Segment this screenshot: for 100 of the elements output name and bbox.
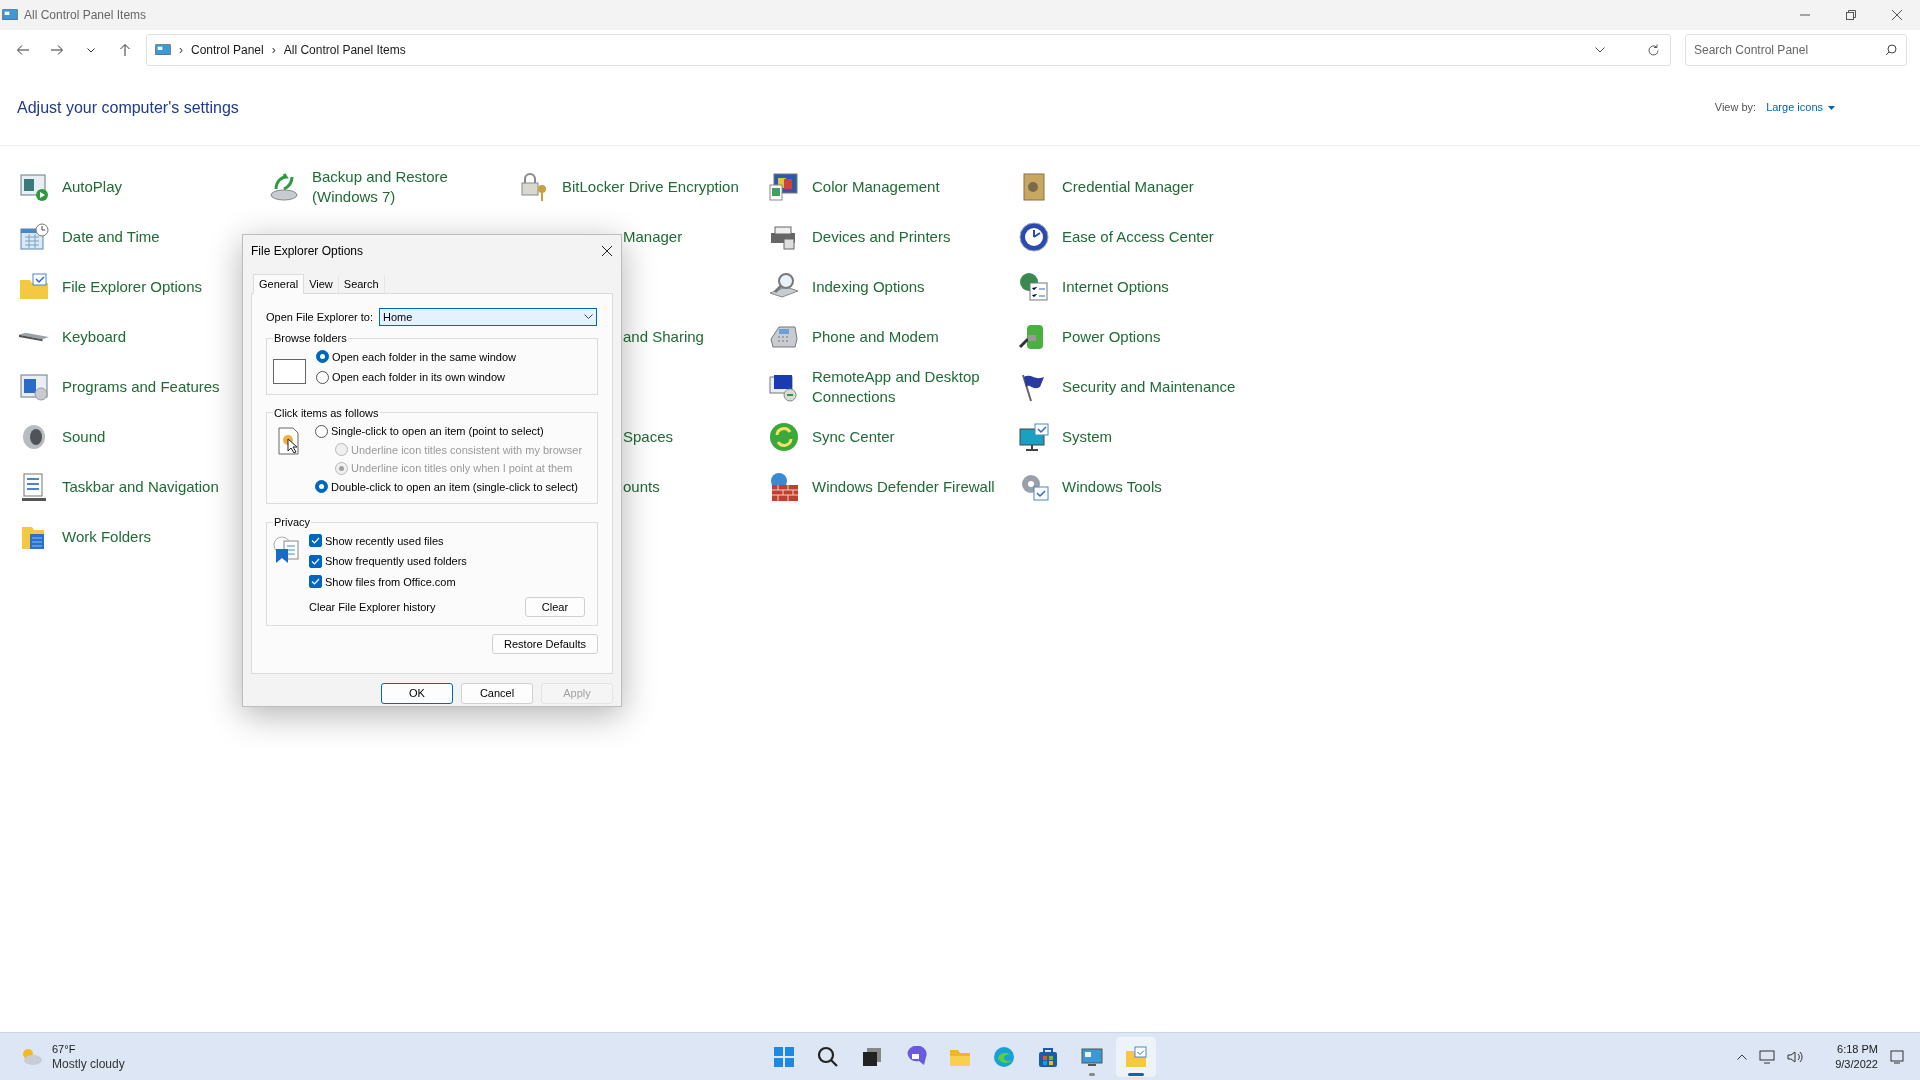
control-panel-link[interactable]: BitLocker Drive Encryption bbox=[562, 177, 762, 197]
address-bar[interactable]: › Control Panel › All Control Panel Items bbox=[146, 34, 1671, 66]
monitor-icon[interactable] bbox=[1759, 1049, 1776, 1064]
checkbox[interactable] bbox=[309, 575, 322, 589]
document-picture-icon bbox=[273, 534, 301, 565]
radio-button[interactable] bbox=[316, 370, 329, 384]
sync-icon bbox=[768, 421, 800, 453]
globe-checklist-icon bbox=[1018, 271, 1050, 303]
clock-date: 9/3/2022 bbox=[1835, 1056, 1878, 1072]
notification-icon[interactable] bbox=[1890, 1049, 1904, 1064]
close-icon bbox=[1892, 10, 1902, 20]
clear-button[interactable]: Clear bbox=[525, 597, 585, 617]
search-icon bbox=[817, 1045, 839, 1068]
control-panel-link[interactable]: ounts bbox=[623, 477, 660, 497]
up-icon bbox=[118, 43, 132, 57]
window-disc-icon bbox=[18, 371, 50, 403]
dropdown[interactable]: Home bbox=[379, 308, 597, 326]
control-panel-link[interactable]: Spaces bbox=[623, 427, 674, 447]
control-panel-link[interactable]: Devices and Printers bbox=[812, 227, 1012, 247]
dialog-title: File Explorer Options bbox=[251, 243, 364, 260]
control-panel-link[interactable]: AutoPlay bbox=[62, 177, 262, 197]
back-icon bbox=[16, 43, 30, 57]
control-panel-link[interactable]: Windows Defender Firewall bbox=[812, 477, 1012, 497]
restore-defaults-button[interactable]: Restore Defaults bbox=[492, 634, 598, 654]
control-panel-link[interactable]: Power Options bbox=[1062, 327, 1262, 347]
radio-label: Single-click to open an item (point to select) bbox=[331, 424, 544, 439]
minimize-icon bbox=[1800, 14, 1810, 16]
keyboard-icon bbox=[19, 332, 49, 342]
clock-time: 6:18 PM bbox=[1837, 1041, 1878, 1057]
weather-temperature: 67°F bbox=[52, 1041, 77, 1057]
chat-icon bbox=[905, 1045, 927, 1068]
radio-label: Open each folder in its own window bbox=[332, 370, 506, 385]
view-by-dropdown[interactable]: Large icons bbox=[1766, 99, 1835, 116]
tab[interactable]: General bbox=[253, 274, 305, 294]
window-play-icon bbox=[18, 171, 50, 203]
dialog-button[interactable]: OK bbox=[381, 683, 453, 704]
control-panel-link[interactable]: Phone and Modem bbox=[812, 327, 1012, 347]
search-field[interactable]: Search Control Panel bbox=[1685, 34, 1907, 66]
control-panel-link[interactable]: Ease of Access Center bbox=[1062, 227, 1262, 247]
caret-icon bbox=[1828, 105, 1835, 110]
checkbox-label: Show files from Office.com bbox=[325, 574, 456, 590]
chevron-down-icon[interactable] bbox=[1595, 47, 1605, 53]
control-panel-link[interactable]: Sync Center bbox=[812, 427, 1012, 447]
control-panel-link[interactable]: Internet Options bbox=[1062, 277, 1262, 297]
breadcrumb[interactable]: Control Panel bbox=[191, 41, 264, 59]
brick-wall-icon bbox=[768, 471, 800, 503]
dial-icon bbox=[1018, 221, 1050, 253]
weather-condition: Mostly cloudy bbox=[52, 1056, 125, 1072]
control-panel-link[interactable]: Manager bbox=[623, 227, 683, 247]
drive-arrows-icon bbox=[268, 171, 300, 203]
dialog-button[interactable]: Cancel bbox=[461, 683, 533, 704]
folder-check-icon bbox=[1125, 1045, 1147, 1068]
control-panel-link[interactable]: Security and Maintenance bbox=[1062, 377, 1262, 397]
control-panel-link[interactable]: Indexing Options bbox=[812, 277, 1012, 297]
speaker-icon[interactable] bbox=[1787, 1049, 1804, 1064]
checkbox[interactable] bbox=[309, 534, 322, 548]
control-panel-link[interactable]: and Sharing bbox=[623, 327, 704, 347]
field-label: Open File Explorer to: bbox=[266, 309, 373, 325]
store-icon bbox=[1037, 1045, 1059, 1068]
chevron-up-icon[interactable] bbox=[1737, 1053, 1748, 1060]
pointer-document-icon bbox=[278, 427, 300, 455]
calendar-clock-icon bbox=[18, 221, 50, 253]
group-title: Browse folders bbox=[273, 331, 348, 346]
group-title: Click items as follows bbox=[273, 405, 380, 421]
control-panel-link[interactable]: Color Management bbox=[812, 177, 1012, 197]
checkbox-label: Show recently used files bbox=[325, 533, 444, 549]
breadcrumb-separator: › bbox=[271, 42, 276, 59]
breadcrumb[interactable]: All Control Panel Items bbox=[283, 41, 406, 59]
control-panel-link[interactable]: RemoteApp and Desktop Connections bbox=[812, 367, 1012, 407]
monitor-check-icon bbox=[1018, 421, 1050, 453]
chevron-down-icon bbox=[584, 314, 593, 320]
window-icon bbox=[273, 358, 306, 385]
control-panel-link[interactable]: System bbox=[1062, 427, 1262, 447]
checkbox[interactable] bbox=[309, 554, 322, 568]
control-panel-icon bbox=[155, 42, 171, 58]
radio-button[interactable] bbox=[315, 424, 328, 438]
checkbox-label: Show frequently used folders bbox=[325, 554, 467, 569]
close-icon[interactable] bbox=[601, 245, 613, 257]
restore-icon bbox=[1846, 10, 1856, 20]
breadcrumb-separator: › bbox=[179, 42, 183, 59]
browser-icon bbox=[993, 1045, 1015, 1068]
group-title: Privacy bbox=[273, 515, 312, 530]
radio-label: Open each folder in the same window bbox=[332, 349, 517, 365]
window-title: All Control Panel Items bbox=[24, 7, 147, 24]
radio-button[interactable] bbox=[316, 350, 329, 364]
history-label: Clear File Explorer history bbox=[309, 599, 436, 615]
taskbar-button[interactable] bbox=[1116, 1036, 1156, 1077]
control-panel-link[interactable]: Credential Manager bbox=[1062, 177, 1262, 197]
view-by-label: View by: bbox=[1714, 100, 1757, 116]
search-icon bbox=[1885, 44, 1897, 56]
task-view-icon bbox=[861, 1045, 883, 1068]
control-panel-link[interactable]: Windows Tools bbox=[1062, 477, 1262, 497]
radio-label: Underline icon titles only when I point at them bbox=[351, 461, 573, 476]
radio-label: Double-click to open an item (single-click to select) bbox=[331, 479, 578, 495]
refresh-icon[interactable] bbox=[1647, 43, 1660, 57]
radio-button[interactable] bbox=[315, 480, 328, 494]
start-icon bbox=[773, 1045, 795, 1068]
control-panel-link[interactable]: Backup and Restore (Windows 7) bbox=[312, 167, 512, 207]
monitor-icon bbox=[1081, 1045, 1103, 1068]
forward-icon bbox=[50, 43, 64, 57]
